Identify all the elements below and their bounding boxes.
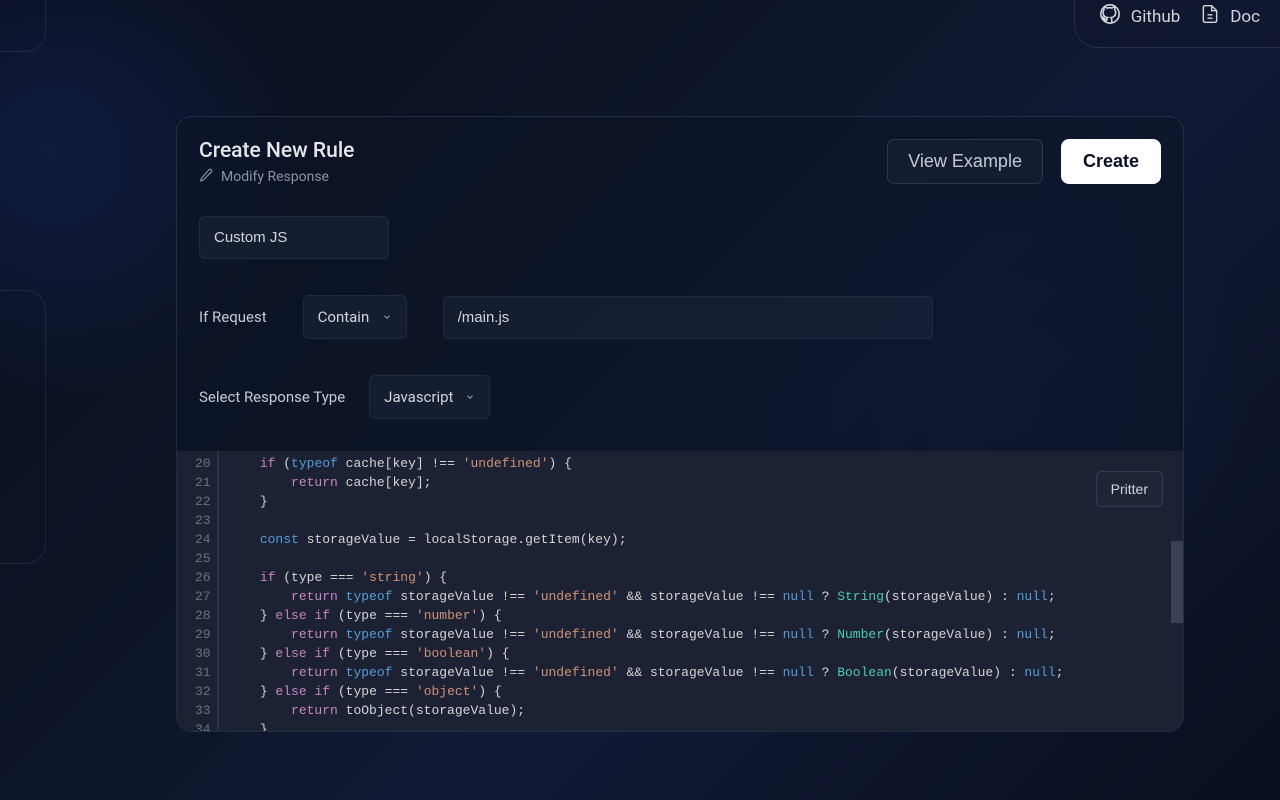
condition-select-value: Contain xyxy=(318,308,370,326)
vertical-scrollbar-thumb[interactable] xyxy=(1171,541,1183,623)
response-type-label: Select Response Type xyxy=(199,388,345,406)
mid-edge-decoration xyxy=(0,290,46,564)
view-example-button[interactable]: View Example xyxy=(887,139,1043,184)
pencil-icon xyxy=(199,168,213,186)
response-type-value: Javascript xyxy=(384,388,453,406)
chevron-down-icon xyxy=(382,312,392,322)
if-request-label: If Request xyxy=(199,308,267,326)
code-content[interactable]: const retrieve = (key, type) => { if (ty… xyxy=(229,451,1183,732)
top-nav: Github Doc xyxy=(1074,0,1280,48)
card-header: Create New Rule Modify Response View Exa… xyxy=(177,117,1183,204)
chevron-down-icon xyxy=(465,392,475,402)
response-type-select[interactable]: Javascript xyxy=(369,375,490,419)
rule-name-input[interactable] xyxy=(199,216,389,259)
condition-select[interactable]: Contain xyxy=(303,295,407,339)
github-icon xyxy=(1099,3,1121,30)
create-button[interactable]: Create xyxy=(1061,139,1161,184)
rule-editor-card: Create New Rule Modify Response View Exa… xyxy=(176,116,1184,732)
docs-label: Doc xyxy=(1230,7,1260,27)
github-link[interactable]: Github xyxy=(1099,3,1181,30)
docs-icon xyxy=(1200,3,1220,30)
page-title: Create New Rule xyxy=(199,139,354,163)
docs-link[interactable]: Doc xyxy=(1200,3,1260,30)
subtitle-row: Modify Response xyxy=(199,168,354,186)
url-input[interactable] xyxy=(443,296,933,339)
left-edge-decoration xyxy=(0,0,46,52)
prettier-button[interactable]: Pritter xyxy=(1096,471,1163,507)
code-editor[interactable]: 19 20 21 22 23 24 25 26 27 28 29 30 31 3… xyxy=(177,451,1183,732)
github-label: Github xyxy=(1131,7,1181,27)
gutter: 19 20 21 22 23 24 25 26 27 28 29 30 31 3… xyxy=(177,451,229,732)
subtitle-text: Modify Response xyxy=(221,169,329,185)
